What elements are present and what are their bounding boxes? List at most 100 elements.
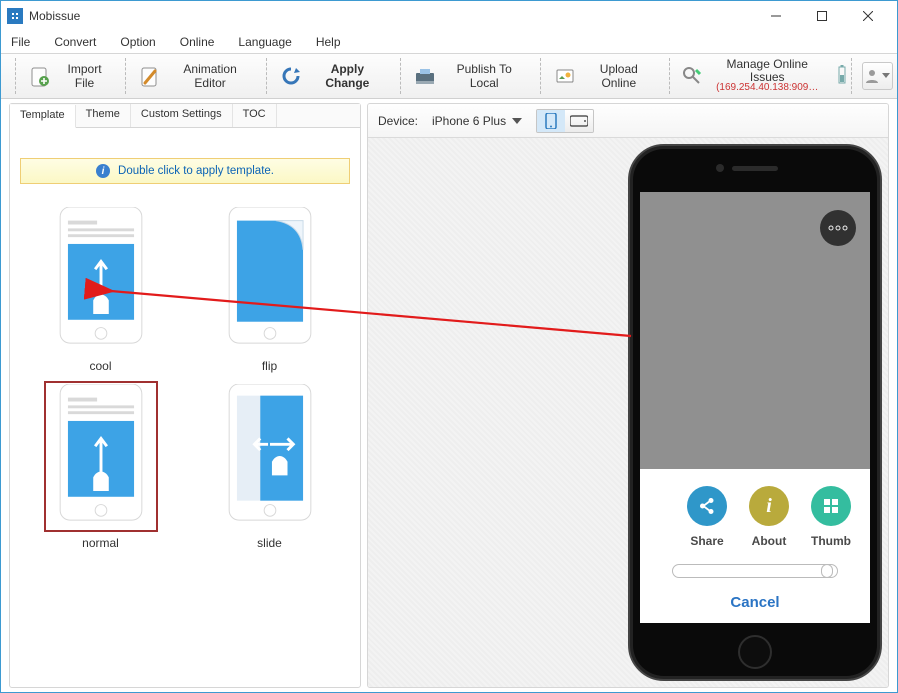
menu-online[interactable]: Online: [174, 33, 221, 51]
import-file-icon: [29, 65, 51, 87]
toolbar-separator: [669, 58, 670, 94]
template-flip[interactable]: flip: [185, 200, 354, 377]
action-sheet-row: Share i About Thumb: [648, 484, 862, 554]
template-slide-label: slide: [189, 536, 350, 550]
manage-issues-label: Manage Online Issues: [709, 58, 826, 83]
template-cool-label: cool: [20, 359, 181, 373]
maximize-icon: [817, 11, 827, 21]
import-file-button[interactable]: Import File: [20, 57, 121, 95]
window-title: Mobissue: [29, 9, 80, 23]
animation-editor-button[interactable]: Animation Editor: [130, 57, 262, 95]
menu-help[interactable]: Help: [310, 33, 347, 51]
template-normal-thumb: [47, 384, 155, 524]
phone-speaker-icon: [732, 166, 778, 171]
template-cool-thumb: [47, 207, 155, 347]
about-icon: i: [766, 495, 772, 518]
phone-home-button-icon: [738, 635, 772, 669]
server-ip-label: (169.254.40.138:909…: [716, 83, 818, 94]
template-grid: cool flip: [10, 194, 360, 560]
menu-convert[interactable]: Convert: [48, 33, 102, 51]
hint-bar: i Double click to apply template.: [20, 158, 350, 184]
apply-change-label: Apply Change: [308, 62, 387, 90]
preview-panel: Device: iPhone 6 Plus: [367, 103, 889, 688]
template-normal-label: normal: [20, 536, 181, 550]
orientation-landscape-button[interactable]: [565, 110, 593, 132]
share-icon: [698, 497, 716, 515]
menu-language[interactable]: Language: [232, 33, 297, 51]
maximize-button[interactable]: [799, 1, 845, 31]
device-model: iPhone 6 Plus: [432, 114, 506, 128]
orientation-portrait-button[interactable]: [537, 110, 565, 132]
device-label: Device:: [378, 114, 418, 128]
template-slide-thumb: [216, 384, 324, 524]
phone-camera-icon: [716, 164, 724, 172]
more-options-button[interactable]: [820, 210, 856, 246]
toolbar-separator: [851, 58, 852, 94]
minimize-icon: [771, 11, 781, 21]
cancel-button[interactable]: Cancel: [648, 582, 862, 623]
close-button[interactable]: [845, 1, 891, 31]
apply-change-icon: [280, 65, 302, 87]
template-cool[interactable]: cool: [16, 200, 185, 377]
tab-template[interactable]: Template: [10, 105, 76, 128]
battery-icon: [837, 63, 847, 90]
device-bar: Device: iPhone 6 Plus: [368, 104, 888, 138]
tab-theme[interactable]: Theme: [76, 104, 131, 127]
thumbnails-button[interactable]: Thumb: [811, 486, 851, 548]
page-slider[interactable]: [672, 564, 839, 578]
menu-bar: File Convert Option Online Language Help: [1, 31, 897, 53]
publish-to-local-button[interactable]: Publish To Local: [405, 57, 536, 95]
chevron-down-icon: [512, 118, 522, 124]
app-logo-icon: [7, 8, 23, 24]
manage-online-issues-button[interactable]: Manage Online Issues (169.254.40.138:909…: [674, 55, 833, 97]
more-dots-icon: [828, 225, 848, 231]
orientation-group: [536, 109, 594, 133]
left-tab-bar: Template Theme Custom Settings TOC: [10, 104, 360, 128]
manage-issues-icon: [681, 65, 703, 87]
toolbar-separator: [400, 58, 401, 94]
template-flip-thumb: [216, 207, 324, 347]
template-panel: Template Theme Custom Settings TOC i Dou…: [9, 103, 361, 688]
close-icon: [863, 11, 873, 21]
about-button[interactable]: i About: [749, 486, 789, 548]
info-icon: i: [96, 164, 110, 178]
import-file-label: Import File: [57, 62, 112, 90]
share-button[interactable]: Share: [687, 486, 727, 548]
preview-canvas: Share i About Thumb Ca: [368, 138, 888, 687]
animation-editor-label: Animation Editor: [167, 62, 253, 90]
menu-file[interactable]: File: [5, 33, 36, 51]
toolbar: Import File Animation Editor Apply Chang…: [1, 53, 897, 99]
template-slide[interactable]: slide: [185, 377, 354, 554]
toolbar-separator: [15, 58, 16, 94]
menu-option[interactable]: Option: [114, 33, 161, 51]
publish-local-label: Publish To Local: [442, 62, 527, 90]
thumbnails-icon: [822, 497, 840, 515]
upload-online-button[interactable]: Upload Online: [545, 57, 665, 95]
toolbar-separator: [266, 58, 267, 94]
workspace: Template Theme Custom Settings TOC i Dou…: [1, 99, 897, 692]
toolbar-separator: [540, 58, 541, 94]
hint-text: Double click to apply template.: [118, 165, 274, 177]
publish-local-icon: [414, 65, 436, 87]
landscape-icon: [570, 115, 588, 127]
template-normal[interactable]: normal: [16, 377, 185, 554]
user-icon: [864, 68, 880, 84]
toolbar-separator: [125, 58, 126, 94]
title-bar: Mobissue: [1, 1, 897, 31]
apply-change-button[interactable]: Apply Change: [271, 57, 396, 95]
tab-toc[interactable]: TOC: [233, 104, 277, 127]
device-dropdown[interactable]: iPhone 6 Plus: [428, 112, 526, 130]
upload-online-label: Upload Online: [582, 62, 656, 90]
tab-custom-settings[interactable]: Custom Settings: [131, 104, 233, 127]
minimize-button[interactable]: [753, 1, 799, 31]
share-label: Share: [690, 534, 723, 548]
phone-mockup: Share i About Thumb Ca: [628, 144, 882, 681]
about-label: About: [752, 534, 787, 548]
thumbnails-label: Thumb: [811, 534, 851, 548]
portrait-icon: [545, 113, 557, 129]
action-sheet: Share i About Thumb Ca: [640, 469, 870, 623]
template-flip-label: flip: [189, 359, 350, 373]
animation-editor-icon: [139, 65, 161, 87]
upload-online-icon: [554, 65, 576, 87]
user-account-button[interactable]: [862, 62, 893, 90]
